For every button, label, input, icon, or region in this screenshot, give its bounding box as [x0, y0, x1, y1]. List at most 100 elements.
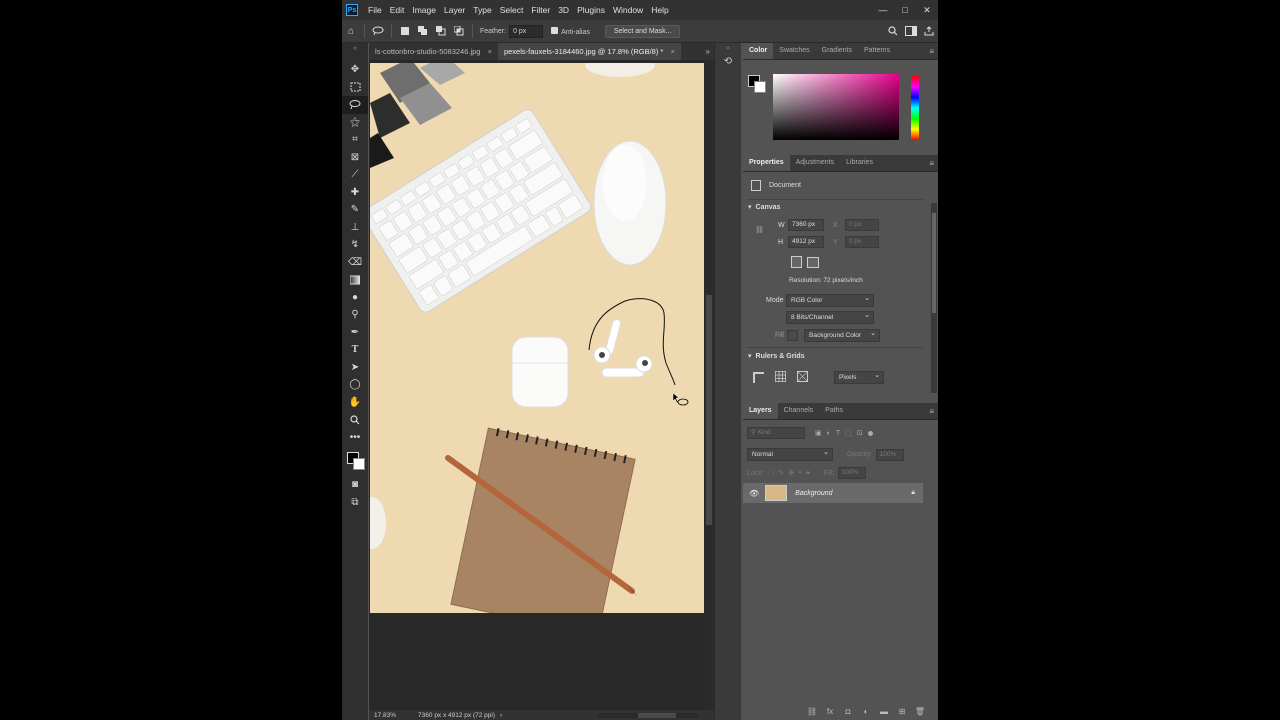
magic-wand-tool-icon[interactable]: ⚝: [342, 114, 368, 132]
layer-name[interactable]: Background: [795, 490, 832, 497]
menu-file[interactable]: File: [364, 0, 386, 20]
tab-patterns[interactable]: Patterns: [858, 43, 896, 59]
tab-document-2[interactable]: pexels-fauxels-3184460.jpg @ 17.8% (RGB/…: [497, 43, 681, 60]
crop-tool-icon[interactable]: ⌗: [342, 131, 368, 149]
marquee-tool-icon[interactable]: [342, 79, 368, 97]
delete-layer-icon[interactable]: 🗑︎: [911, 707, 929, 716]
lasso-preset-icon[interactable]: [369, 23, 387, 39]
menu-filter[interactable]: Filter: [527, 0, 554, 20]
tab-libraries[interactable]: Libraries: [840, 155, 879, 171]
hue-slider[interactable]: [911, 76, 919, 140]
tab-gradients[interactable]: Gradients: [816, 43, 858, 59]
quick-mask-icon[interactable]: ◙: [342, 476, 368, 494]
portrait-icon[interactable]: [791, 256, 802, 268]
rulers-icon[interactable]: [753, 372, 764, 383]
panel-menu-icon[interactable]: ≡: [929, 47, 934, 56]
new-adjustment-layer-icon[interactable]: ◐: [857, 707, 875, 716]
scrollbar-thumb[interactable]: [706, 295, 712, 525]
new-layer-icon[interactable]: ⊞: [893, 707, 911, 716]
horizontal-scrollbar[interactable]: [598, 712, 698, 718]
tabs-overflow-icon[interactable]: »: [706, 43, 710, 60]
lock-transparent-icon[interactable]: ⬚: [768, 469, 775, 477]
tab-close-icon[interactable]: ×: [670, 47, 674, 56]
move-tool-icon[interactable]: ✥: [342, 61, 368, 79]
antialias-checkbox[interactable]: Anti-alias: [551, 26, 590, 36]
screen-mode-icon[interactable]: ⧉: [342, 494, 368, 512]
fill-input[interactable]: 100%: [837, 467, 866, 479]
rulers-section-header[interactable]: ▾ Rulers & Grids: [748, 352, 805, 361]
scrollbar-thumb[interactable]: [638, 712, 676, 718]
scrollbar-thumb[interactable]: [932, 213, 936, 313]
layer-lock-icon[interactable]: 🔒︎: [911, 489, 915, 497]
menu-select[interactable]: Select: [496, 0, 528, 20]
home-icon[interactable]: ⌂: [342, 23, 360, 39]
background-color-swatch[interactable]: [353, 458, 365, 470]
color-picker-field[interactable]: [773, 74, 899, 140]
properties-scrollbar[interactable]: [931, 203, 937, 393]
filter-adjustment-icon[interactable]: ◐: [827, 430, 831, 437]
menu-plugins[interactable]: Plugins: [573, 0, 609, 20]
tab-color[interactable]: Color: [743, 43, 774, 59]
tab-document-1[interactable]: ls-cottonbro-studio-5083246.jpg ×: [369, 43, 498, 60]
new-group-icon[interactable]: ▬: [875, 707, 893, 716]
background-color-swatch[interactable]: [754, 81, 766, 93]
tab-adjustments[interactable]: Adjustments: [790, 155, 841, 171]
zoom-level[interactable]: 17.83%: [374, 712, 396, 719]
tab-close-icon[interactable]: ×: [488, 47, 492, 56]
menu-3d[interactable]: 3D: [554, 0, 573, 20]
menu-layer[interactable]: Layer: [440, 0, 469, 20]
gradient-tool-icon[interactable]: [342, 271, 368, 289]
opacity-input[interactable]: 100%: [875, 448, 904, 461]
guides-icon[interactable]: [796, 370, 809, 384]
kind-filter-select[interactable]: ⚲ Kind: [747, 427, 805, 439]
filter-toggle-icon[interactable]: [867, 430, 873, 436]
status-menu-icon[interactable]: ›: [500, 712, 502, 719]
select-and-mask-button[interactable]: Select and Mask...: [604, 24, 681, 38]
history-brush-tool-icon[interactable]: ↯: [342, 236, 368, 254]
units-select[interactable]: Pixels: [834, 370, 884, 384]
menu-window[interactable]: Window: [609, 0, 647, 20]
tab-paths[interactable]: Paths: [819, 403, 849, 419]
lock-all-icon[interactable]: 🔒︎: [806, 469, 810, 477]
y-input[interactable]: 0 px: [845, 236, 879, 248]
height-input[interactable]: 4912 px: [788, 236, 824, 248]
more-tools-icon[interactable]: •••: [342, 429, 368, 447]
color-swatches[interactable]: [342, 446, 368, 476]
fill-select[interactable]: Background Color: [804, 328, 880, 342]
blur-tool-icon[interactable]: ●: [342, 289, 368, 307]
new-selection-icon[interactable]: [396, 23, 414, 39]
history-panel-icon[interactable]: ⟲: [715, 56, 741, 67]
type-tool-icon[interactable]: T: [342, 341, 368, 359]
filter-smart-object-icon[interactable]: ⊡: [857, 429, 863, 437]
canvas-section-header[interactable]: ▾ Canvas: [748, 203, 780, 212]
subtract-selection-icon[interactable]: [432, 23, 450, 39]
visibility-eye-icon[interactable]: 👁︎: [749, 489, 759, 498]
clone-stamp-tool-icon[interactable]: ⊥: [342, 219, 368, 237]
maximize-button[interactable]: □: [894, 0, 916, 20]
lock-image-icon[interactable]: ✎: [778, 469, 784, 477]
zoom-tool-icon[interactable]: [342, 411, 368, 429]
tab-channels[interactable]: Channels: [778, 403, 820, 419]
lock-artboard-icon[interactable]: ⌗: [798, 469, 802, 477]
collapse-toolbar-icon[interactable]: «: [342, 43, 368, 61]
filter-type-icon[interactable]: T: [836, 430, 840, 437]
expand-panels-icon[interactable]: »: [715, 45, 741, 52]
link-layers-icon[interactable]: ⛓: [803, 707, 821, 716]
filter-pixel-icon[interactable]: ▣: [815, 429, 822, 437]
dodge-tool-icon[interactable]: ⚲: [342, 306, 368, 324]
brush-tool-icon[interactable]: ✎: [342, 201, 368, 219]
share-icon[interactable]: [920, 23, 938, 39]
path-selection-tool-icon[interactable]: ➤: [342, 359, 368, 377]
layer-style-icon[interactable]: fx: [821, 707, 839, 716]
menu-edit[interactable]: Edit: [386, 0, 409, 20]
hand-tool-icon[interactable]: ✋: [342, 394, 368, 412]
tab-layers[interactable]: Layers: [743, 403, 778, 419]
minimize-button[interactable]: —: [872, 0, 894, 20]
workspace-icon[interactable]: [902, 23, 920, 39]
menu-type[interactable]: Type: [469, 0, 495, 20]
bit-depth-select[interactable]: 8 Bits/Channel: [786, 310, 874, 324]
eraser-tool-icon[interactable]: ⌫: [342, 254, 368, 272]
tab-properties[interactable]: Properties: [743, 155, 790, 171]
mode-select[interactable]: RGB Color: [786, 293, 874, 307]
lasso-tool-icon[interactable]: [342, 96, 368, 114]
